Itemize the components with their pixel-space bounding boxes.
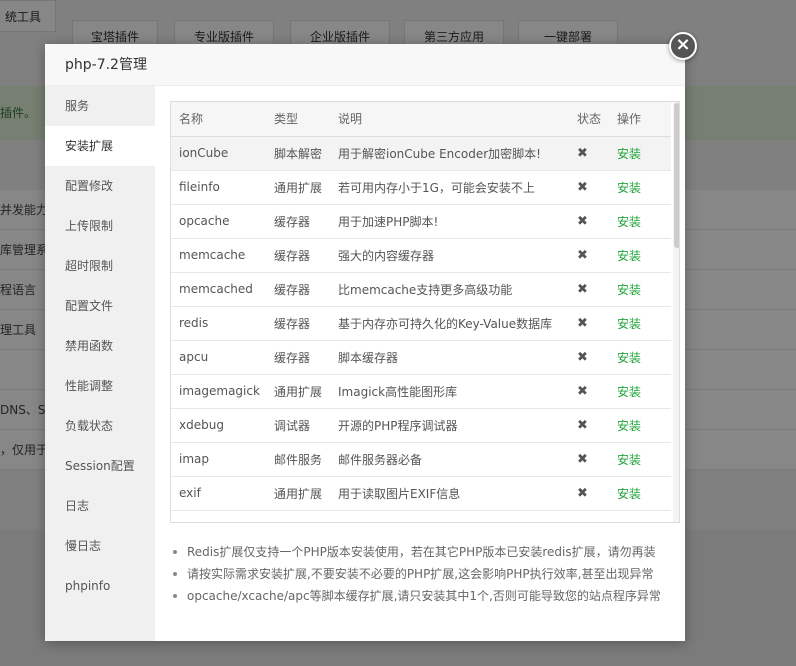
- ext-description: 若可用内存小于1G，可能会安装不上: [330, 170, 569, 205]
- table-row: redis 缓存器 基于内存亦可持久化的Key-Value数据库 ✖ 安装: [171, 306, 671, 341]
- ext-type: 调试器: [266, 408, 330, 443]
- header-status: 状态: [569, 102, 609, 137]
- ext-name: opcache: [171, 204, 266, 239]
- ext-name: imagemagick: [171, 374, 266, 409]
- ext-description: 基于内存亦可持久化的Key-Value数据库: [330, 306, 569, 341]
- status-not-installed-icon: ✖: [569, 476, 609, 511]
- modal-content: 名称 类型 说明 状态 操作 ionCube 脚本解密 用于解密ionCube …: [155, 86, 685, 641]
- note-item: Redis扩展仅支持一个PHP版本安装使用，若在其它PHP版本已安装redis扩…: [171, 541, 681, 563]
- header-type: 类型: [266, 102, 330, 137]
- ext-name: memcache: [171, 238, 266, 273]
- table-row: apcu 缓存器 脚本缓存器 ✖ 安装: [171, 340, 671, 375]
- close-icon[interactable]: ×: [669, 32, 697, 60]
- ext-name: ionCube: [171, 136, 266, 171]
- ext-type: 缓存器: [266, 306, 330, 341]
- status-not-installed-icon: ✖: [569, 204, 609, 239]
- ext-description: 脚本缓存器: [330, 340, 569, 375]
- extensions-table: 名称 类型 说明 状态 操作 ionCube 脚本解密 用于解密ionCube …: [171, 102, 671, 511]
- table-header-row: 名称 类型 说明 状态 操作: [171, 102, 671, 137]
- ext-type: 缓存器: [266, 238, 330, 273]
- ext-name: apcu: [171, 340, 266, 375]
- ext-description: 强大的内容缓存器: [330, 238, 569, 273]
- install-button[interactable]: 安装: [617, 181, 641, 195]
- ext-type: 缓存器: [266, 272, 330, 307]
- sidebar-item-session-config[interactable]: Session配置: [45, 446, 155, 486]
- install-button[interactable]: 安装: [617, 487, 641, 501]
- ext-name: exif: [171, 476, 266, 511]
- note-item: 请按实际需求安装扩展,不要安装不必要的PHP扩展,这会影响PHP执行效率,甚至出…: [171, 563, 681, 585]
- ext-description: 用于加速PHP脚本!: [330, 204, 569, 239]
- status-not-installed-icon: ✖: [569, 306, 609, 341]
- sidebar-item-slow-log[interactable]: 慢日志: [45, 526, 155, 566]
- table-row: imap 邮件服务 邮件服务器必备 ✖ 安装: [171, 442, 671, 477]
- ext-name: xdebug: [171, 408, 266, 443]
- table-row: fileinfo 通用扩展 若可用内存小于1G，可能会安装不上 ✖ 安装: [171, 170, 671, 205]
- status-not-installed-icon: ✖: [569, 442, 609, 477]
- modal-sidebar: 服务 安装扩展 配置修改 上传限制 超时限制 配置文件 禁用函数 性能调整 负载…: [45, 86, 155, 641]
- header-action: 操作: [609, 102, 671, 137]
- status-not-installed-icon: ✖: [569, 340, 609, 375]
- install-button[interactable]: 安装: [617, 419, 641, 433]
- table-row: imagemagick 通用扩展 Imagick高性能图形库 ✖ 安装: [171, 374, 671, 409]
- status-not-installed-icon: ✖: [569, 170, 609, 205]
- extensions-table-container[interactable]: 名称 类型 说明 状态 操作 ionCube 脚本解密 用于解密ionCube …: [170, 101, 680, 523]
- ext-type: 通用扩展: [266, 170, 330, 205]
- ext-type: 通用扩展: [266, 476, 330, 511]
- sidebar-item-timeout-limit[interactable]: 超时限制: [45, 246, 155, 286]
- table-row: xdebug 调试器 开源的PHP程序调试器 ✖ 安装: [171, 408, 671, 443]
- sidebar-item-config-edit[interactable]: 配置修改: [45, 166, 155, 206]
- sidebar-item-disabled-functions[interactable]: 禁用函数: [45, 326, 155, 366]
- sidebar-item-upload-limit[interactable]: 上传限制: [45, 206, 155, 246]
- sidebar-item-service[interactable]: 服务: [45, 86, 155, 126]
- install-button[interactable]: 安装: [617, 317, 641, 331]
- ext-name: imap: [171, 442, 266, 477]
- ext-description: 用于解密ionCube Encoder加密脚本!: [330, 136, 569, 171]
- notes-list: Redis扩展仅支持一个PHP版本安装使用，若在其它PHP版本已安装redis扩…: [171, 541, 681, 607]
- note-item: opcache/xcache/apc等脚本缓存扩展,请只安装其中1个,否则可能导…: [171, 585, 681, 607]
- ext-type: 脚本解密: [266, 136, 330, 171]
- status-not-installed-icon: ✖: [569, 272, 609, 307]
- ext-type: 通用扩展: [266, 374, 330, 409]
- sidebar-item-config-file[interactable]: 配置文件: [45, 286, 155, 326]
- ext-description: 用于读取图片EXIF信息: [330, 476, 569, 511]
- table-row: opcache 缓存器 用于加速PHP脚本! ✖ 安装: [171, 204, 671, 239]
- sidebar-item-performance[interactable]: 性能调整: [45, 366, 155, 406]
- install-button[interactable]: 安装: [617, 215, 641, 229]
- table-row: exif 通用扩展 用于读取图片EXIF信息 ✖ 安装: [171, 476, 671, 511]
- status-not-installed-icon: ✖: [569, 136, 609, 171]
- ext-description: Imagick高性能图形库: [330, 374, 569, 409]
- sidebar-item-log[interactable]: 日志: [45, 486, 155, 526]
- header-name: 名称: [171, 102, 266, 137]
- install-button[interactable]: 安装: [617, 453, 641, 467]
- install-button[interactable]: 安装: [617, 385, 641, 399]
- php-manager-modal: php-7.2管理 × 服务 安装扩展 配置修改 上传限制 超时限制 配置文件 …: [45, 32, 697, 641]
- scrollbar-thumb[interactable]: [674, 103, 679, 248]
- ext-description: 比memcache支持更多高级功能: [330, 272, 569, 307]
- status-not-installed-icon: ✖: [569, 374, 609, 409]
- header-description: 说明: [330, 102, 569, 137]
- ext-description: 开源的PHP程序调试器: [330, 408, 569, 443]
- table-row: ionCube 脚本解密 用于解密ionCube Encoder加密脚本! ✖ …: [171, 136, 671, 171]
- table-scrollbar[interactable]: [673, 102, 679, 522]
- modal-title: php-7.2管理: [45, 44, 685, 86]
- ext-type: 缓存器: [266, 340, 330, 375]
- status-not-installed-icon: ✖: [569, 408, 609, 443]
- ext-type: 缓存器: [266, 204, 330, 239]
- table-row: memcache 缓存器 强大的内容缓存器 ✖ 安装: [171, 238, 671, 273]
- ext-name: memcached: [171, 272, 266, 307]
- status-not-installed-icon: ✖: [569, 238, 609, 273]
- install-button[interactable]: 安装: [617, 249, 641, 263]
- ext-type: 邮件服务: [266, 442, 330, 477]
- ext-name: redis: [171, 306, 266, 341]
- sidebar-item-phpinfo[interactable]: phpinfo: [45, 566, 155, 606]
- ext-name: fileinfo: [171, 170, 266, 205]
- install-button[interactable]: 安装: [617, 283, 641, 297]
- sidebar-item-load-status[interactable]: 负载状态: [45, 406, 155, 446]
- sidebar-item-install-extensions[interactable]: 安装扩展: [45, 126, 155, 166]
- install-button[interactable]: 安装: [617, 147, 641, 161]
- install-button[interactable]: 安装: [617, 351, 641, 365]
- table-row: memcached 缓存器 比memcache支持更多高级功能 ✖ 安装: [171, 272, 671, 307]
- ext-description: 邮件服务器必备: [330, 442, 569, 477]
